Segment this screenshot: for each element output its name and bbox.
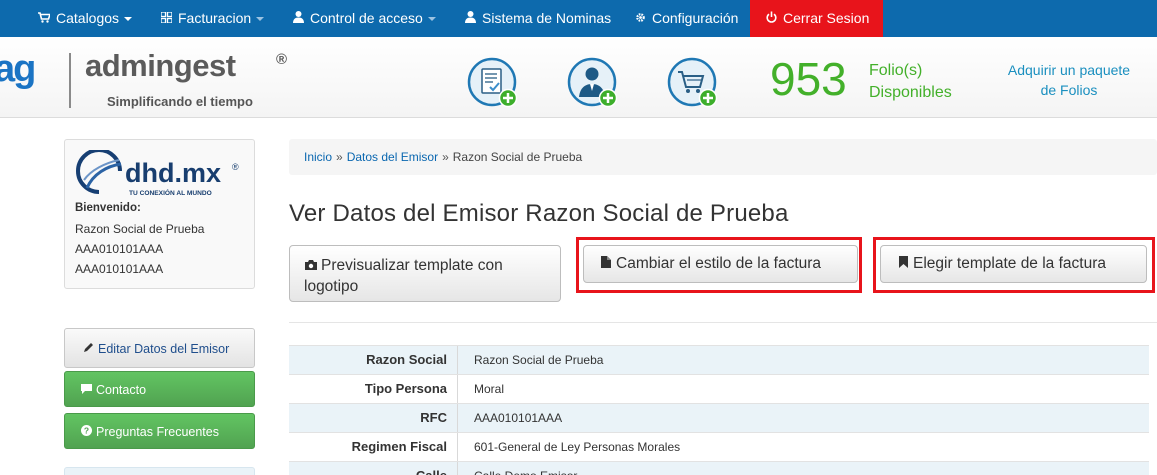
table-row: Tipo Persona Moral bbox=[289, 374, 1149, 403]
chevron-down-icon bbox=[427, 17, 436, 22]
chat-icon bbox=[80, 372, 92, 408]
registered-mark: ® bbox=[276, 51, 288, 68]
field-value: Razon Social de Prueba bbox=[474, 353, 604, 367]
nav-sistema-nominas-label: Sistema de Nominas bbox=[482, 10, 612, 26]
user-icon bbox=[291, 2, 305, 39]
folios-label: Folio(s) Disponibles bbox=[869, 60, 952, 104]
user-name: Razon Social de Prueba bbox=[75, 222, 205, 236]
edit-issuer-button[interactable]: Editar Datos del Emisor bbox=[64, 328, 255, 368]
company-logo-tagline: TU CONEXIÓN AL MUNDO bbox=[129, 188, 212, 197]
faq-label: Preguntas Frecuentes bbox=[96, 425, 219, 439]
grid-icon bbox=[159, 2, 173, 39]
gear-icon bbox=[633, 2, 647, 39]
acquire-link-line-1: Adquirir un paquete bbox=[1007, 62, 1131, 78]
user-card: dhd.mx ® TU CONEXIÓN AL MUNDO Bienvenido… bbox=[64, 139, 255, 289]
logout-label: Cerrar Sesion bbox=[783, 10, 870, 26]
breadcrumb: Inicio» Datos del Emisor» Razon Social de … bbox=[289, 139, 1157, 175]
preview-template-label: Previsualizar template con logotipo bbox=[304, 257, 503, 295]
folios-label-line-2: Disponibles bbox=[869, 84, 952, 101]
chevron-down-icon bbox=[256, 17, 265, 22]
divider bbox=[289, 322, 1157, 323]
camera-icon bbox=[304, 258, 318, 277]
highlight-box bbox=[576, 237, 862, 293]
breadcrumb-issuer-link[interactable]: Datos del Emisor bbox=[347, 150, 438, 164]
table-row: Regimen Fiscal 601-General de Ley Person… bbox=[289, 432, 1149, 461]
logo-divider bbox=[69, 53, 71, 108]
issuer-details-table: Razon Social Razon Social de Prueba Tipo… bbox=[289, 345, 1149, 475]
field-label: RFC bbox=[289, 404, 458, 432]
breadcrumb-separator: » bbox=[336, 150, 343, 164]
folios-label-line-1: Folio(s) bbox=[869, 62, 923, 79]
company-logo-reg: ® bbox=[232, 162, 239, 172]
table-row: RFC AAA010101AAA bbox=[289, 403, 1149, 432]
preview-template-button[interactable]: Previsualizar template con logotipo bbox=[289, 245, 561, 302]
faq-button[interactable]: ? Preguntas Frecuentes bbox=[64, 413, 255, 449]
new-client-icon[interactable] bbox=[567, 57, 619, 109]
brand-logo-name: admingest bbox=[85, 48, 236, 83]
nav-control-acceso[interactable]: Control de acceso bbox=[291, 0, 436, 37]
field-value: 601-General de Ley Personas Morales bbox=[474, 440, 681, 454]
user-rfc-2: AAA010101AAA bbox=[75, 262, 164, 276]
field-value: AAA010101AAA bbox=[474, 411, 563, 425]
edit-issuer-label: Editar Datos del Emisor bbox=[98, 342, 230, 356]
field-label: Razon Social bbox=[289, 346, 458, 374]
nav-catalogos[interactable]: Catalogos bbox=[37, 0, 133, 39]
field-label: Calle bbox=[289, 462, 458, 475]
user-icon bbox=[463, 2, 477, 39]
table-row: Calle Calle Demo Emisor bbox=[289, 461, 1149, 475]
nav-sistema-nominas[interactable]: Sistema de Nominas bbox=[463, 0, 611, 37]
logout-button[interactable]: Cerrar Sesion bbox=[750, 0, 884, 39]
svg-text:?: ? bbox=[83, 426, 88, 436]
field-label: Tipo Persona bbox=[289, 375, 458, 403]
nav-control-acceso-label: Control de acceso bbox=[310, 10, 423, 26]
power-icon bbox=[764, 2, 778, 39]
breadcrumb-current: Razon Social de Prueba bbox=[452, 150, 583, 164]
new-invoice-icon[interactable] bbox=[467, 57, 519, 109]
acquire-link-line-2: de Folios bbox=[1040, 82, 1098, 98]
field-value: Calle Demo Emisor bbox=[474, 462, 577, 475]
top-navbar: Catalogos Facturacion Control de acceso … bbox=[0, 0, 1157, 37]
brand-tagline: Simplificando el tiempo bbox=[107, 94, 253, 109]
pencil-icon bbox=[82, 329, 94, 369]
brand-logo-mark: ag bbox=[0, 48, 36, 90]
breadcrumb-home-link[interactable]: Inicio bbox=[304, 150, 332, 164]
welcome-label: Bienvenido: bbox=[75, 202, 141, 214]
question-icon: ? bbox=[80, 414, 92, 450]
nav-facturacion-label: Facturacion bbox=[178, 10, 252, 26]
nav-catalogos-label: Catalogos bbox=[56, 10, 120, 26]
acquire-folios-link[interactable]: Adquirir un paquete de Folios bbox=[1000, 60, 1138, 100]
user-rfc-1: AAA010101AAA bbox=[75, 242, 164, 256]
page-title: Ver Datos del Emisor Razon Social de Pru… bbox=[289, 200, 789, 227]
contact-label: Contacto bbox=[96, 383, 147, 397]
highlight-box bbox=[873, 237, 1155, 293]
folios-count: 953 bbox=[770, 53, 847, 105]
company-logo: dhd.mx ® TU CONEXIÓN AL MUNDO bbox=[75, 148, 245, 205]
nav-configuracion-label: Configuración bbox=[652, 10, 739, 26]
cart-icon bbox=[37, 2, 52, 39]
field-value: Moral bbox=[474, 382, 505, 396]
company-logo-text: dhd.mx bbox=[125, 158, 221, 188]
chevron-down-icon bbox=[124, 17, 133, 22]
new-cart-icon[interactable] bbox=[667, 57, 719, 109]
field-label: Regimen Fiscal bbox=[289, 433, 458, 461]
contact-button[interactable]: Contacto bbox=[64, 371, 255, 407]
sidebar-panel bbox=[64, 467, 255, 475]
table-row: Razon Social Razon Social de Prueba bbox=[289, 345, 1149, 374]
nav-configuracion[interactable]: Configuración bbox=[633, 0, 738, 37]
nav-facturacion[interactable]: Facturacion bbox=[159, 0, 265, 39]
breadcrumb-separator: » bbox=[442, 150, 449, 164]
